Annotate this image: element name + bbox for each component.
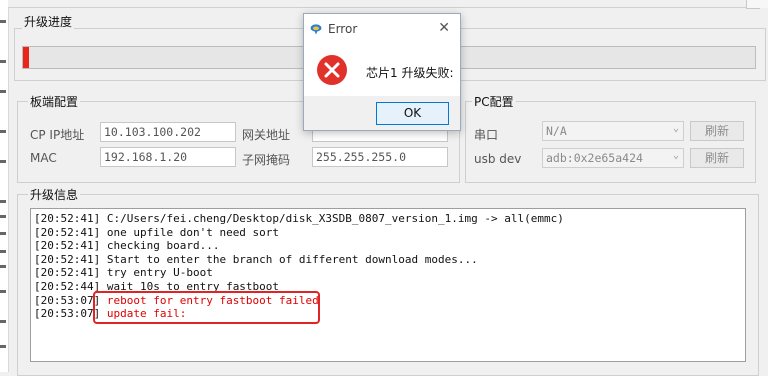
log-message: try entry U-boot <box>106 266 213 280</box>
log-time: [20:52:41] <box>34 225 101 239</box>
refresh-serial-button[interactable]: 刷新 <box>690 121 744 141</box>
usb-dev-label: usb dev <box>474 152 522 166</box>
chevron-down-icon: ⌄ <box>672 123 679 134</box>
dialog-body: 芯片1 升级失败: <box>304 44 460 96</box>
serial-select[interactable]: N/A ⌄ <box>542 121 684 141</box>
mac-input[interactable]: 192.168.1.20 <box>100 147 236 167</box>
log-line: [20:52:41] Start to enter the branch of … <box>34 253 742 267</box>
log-time: [20:53:07] <box>34 293 101 307</box>
progress-fill <box>23 47 29 68</box>
dialog-message: 芯片1 升级失败: <box>366 66 454 80</box>
mac-label: MAC <box>30 151 57 165</box>
serial-label: 串口 <box>474 128 499 142</box>
error-highlight-box <box>93 291 320 324</box>
upgrade-progress-title: 升级进度 <box>22 13 75 30</box>
close-icon[interactable]: ✕ <box>438 20 450 36</box>
log-message: one upfile don't need sort <box>106 225 280 239</box>
usb-dev-select-value: adb:0x2e65a424 <box>546 151 643 165</box>
log-message: C:/Users/fei.cheng/Desktop/disk_X3SDB_08… <box>106 212 564 225</box>
upgrade-info-title: 升级信息 <box>28 186 81 203</box>
chevron-down-icon: ⌄ <box>672 150 679 161</box>
dialog-titlebar[interactable]: Error ✕ <box>304 14 460 44</box>
pc-config-group <box>465 101 756 183</box>
log-time: [20:52:41] <box>34 239 101 253</box>
cp-ip-label: CP IP地址 <box>30 128 85 142</box>
refresh-usb-button[interactable]: 刷新 <box>690 148 744 168</box>
serial-select-value: N/A <box>546 124 567 138</box>
log-time: [20:52:41] <box>34 212 101 225</box>
app-top-edge <box>8 0 768 9</box>
subnet-label: 子网掩码 <box>242 153 291 167</box>
subnet-input[interactable]: 255.255.255.0 <box>312 147 448 167</box>
usb-dev-select[interactable]: adb:0x2e65a424 ⌄ <box>542 148 684 168</box>
log-time: [20:52:41] <box>34 266 101 280</box>
cp-ip-input[interactable]: 10.103.100.202 <box>100 122 236 142</box>
log-time: [20:53:07] <box>34 307 101 321</box>
dialog-title: Error <box>328 22 358 36</box>
log-time: [20:52:44] <box>34 279 101 293</box>
log-time: [20:52:41] <box>34 252 101 266</box>
error-icon <box>317 55 347 85</box>
log-message: checking board... <box>106 239 220 253</box>
gateway-label: 网关地址 <box>242 128 291 142</box>
left-window-edge <box>0 0 9 372</box>
log-message: Start to enter the branch of different d… <box>106 252 478 266</box>
error-dialog: Error ✕ 芯片1 升级失败: OK <box>303 13 461 131</box>
pc-config-title: PC配置 <box>472 93 516 110</box>
log-line: [20:52:41] one upfile don't need sort <box>34 226 742 240</box>
log-line: [20:52:41] C:/Users/fei.cheng/Desktop/di… <box>34 212 742 226</box>
board-config-title: 板端配置 <box>28 93 81 110</box>
log-line: [20:52:41] try entry U-boot <box>34 266 742 280</box>
app-icon <box>310 24 322 35</box>
dialog-footer: OK <box>304 96 460 130</box>
ok-button[interactable]: OK <box>376 102 449 125</box>
upgrade-log[interactable]: [20:52:41] C:/Users/fei.cheng/Desktop/di… <box>30 208 746 362</box>
log-line: [20:52:41] checking board... <box>34 239 742 253</box>
